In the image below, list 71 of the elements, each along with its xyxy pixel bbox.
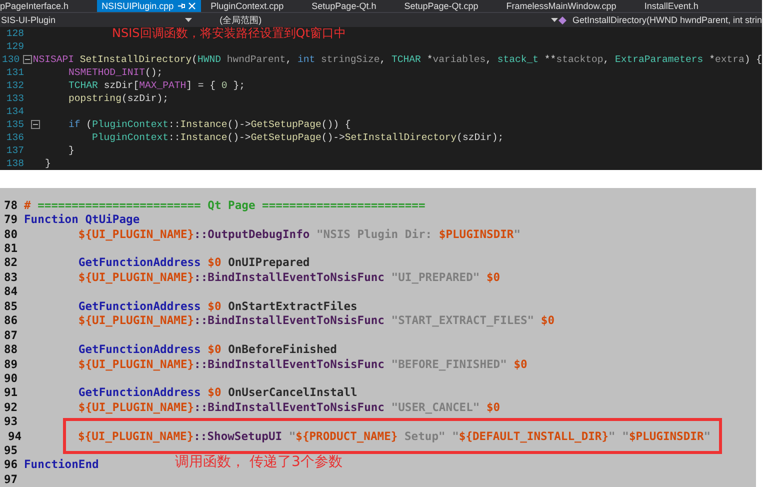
code-line: ${UI_PLUGIN_NAME}::BindInstallEventToNsisFunc "UI_PREPARED" $0 bbox=[78, 270, 500, 284]
file-tab[interactable]: PluginContext.cpp bbox=[210, 0, 284, 12]
file-tab[interactable]: SetupPage-Qt.cpp bbox=[404, 0, 478, 12]
code-line: GetFunctionAddress $0 OnUIPrepared bbox=[78, 256, 310, 270]
annotation-text: 调用函数， 传递了3个参数 bbox=[175, 453, 342, 472]
code-line: if (PluginContext::Instance()->GetSetupPage()) { bbox=[68, 119, 351, 130]
dropdown-arrow-icon bbox=[184, 18, 192, 22]
line-number: 79 bbox=[3, 213, 19, 226]
file-tab[interactable]: NSISUIPlugin.cpp bbox=[96, 0, 201, 12]
collapse-icon[interactable] bbox=[31, 120, 40, 129]
line-number: 82 bbox=[3, 256, 19, 270]
line-number: 88 bbox=[3, 343, 19, 356]
code-line: popstring(szDir); bbox=[68, 93, 168, 104]
line-number: 85 bbox=[3, 300, 19, 313]
code-line: ${UI_PLUGIN_NAME}::BindInstallEventToNsisFunc "USER_CANCEL" $0 bbox=[78, 400, 500, 414]
annotation-text: NSIS回调函数，将安装路径设置到Qt窗口中 bbox=[112, 25, 346, 42]
file-tab[interactable]: FramelessMainWindow.cpp bbox=[506, 0, 616, 12]
code-line: GetFunctionAddress $0 OnStartExtractFiles bbox=[78, 300, 358, 313]
code-line: ${UI_PLUGIN_NAME}::BindInstallEventToNsisFunc "BEFORE_FINISHED" $0 bbox=[78, 358, 528, 371]
member-dropdown[interactable]: GetInstallDirectory(HWND hwndParent, int strin bbox=[558, 14, 762, 26]
code-line: NSMETHOD_INIT(); bbox=[68, 67, 163, 78]
line-number: 87 bbox=[3, 328, 19, 342]
line-number: 131 bbox=[5, 67, 24, 78]
code-line: TCHAR szDir[MAX_PATH] = { 0 }; bbox=[68, 80, 245, 91]
dropdown-arrow-icon bbox=[551, 18, 558, 22]
pin-icon[interactable] bbox=[176, 2, 185, 10]
close-icon[interactable] bbox=[188, 2, 196, 10]
line-number: 91 bbox=[3, 386, 19, 400]
line-number: 89 bbox=[3, 358, 19, 371]
line-number: 96 bbox=[3, 458, 19, 472]
code-line: ${UI_PLUGIN_NAME}::BindInstallEventToNsisFunc "START_EXTRACT_FILES" $0 bbox=[78, 314, 555, 328]
code-line: GetFunctionAddress $0 OnUserCancelInstall bbox=[78, 386, 358, 400]
line-number: 86 bbox=[3, 314, 19, 328]
file-tab[interactable]: SetupPage-Qt.h bbox=[312, 0, 376, 12]
code-line: Function QtUiPage bbox=[24, 213, 140, 226]
line-number: 134 bbox=[5, 106, 24, 117]
line-number: 90 bbox=[3, 372, 19, 385]
line-number: 130 bbox=[1, 54, 20, 65]
code-line: ${UI_PLUGIN_NAME}::OutputDebugInfo "NSIS Plugin Dir: $PLUGINSDIR" bbox=[78, 228, 521, 241]
code-line: # ======================== Qt Page ======================== bbox=[24, 198, 426, 212]
code-line: } bbox=[45, 158, 51, 169]
line-number: 132 bbox=[5, 80, 24, 91]
project-dropdown[interactable]: SIS-UI-Plugin bbox=[1, 14, 202, 26]
line-number: 94 bbox=[7, 430, 23, 442]
line-number: 78 bbox=[3, 198, 19, 212]
line-number: 95 bbox=[3, 444, 19, 457]
line-number: 93 bbox=[3, 415, 19, 428]
line-number: 138 bbox=[5, 158, 24, 169]
line-number: 80 bbox=[3, 228, 19, 241]
line-number: 92 bbox=[3, 400, 19, 414]
line-number: 133 bbox=[5, 93, 24, 104]
line-number: 137 bbox=[5, 145, 24, 156]
line-number: 128 bbox=[5, 28, 24, 39]
code-line: PluginContext::Instance()->GetSetupPage()->SetInstallDirectory(szDir); bbox=[92, 132, 504, 143]
file-tab[interactable]: pPageInterface.h bbox=[0, 0, 69, 12]
code-line: FunctionEnd bbox=[24, 458, 99, 472]
line-number: 129 bbox=[5, 41, 24, 52]
line-number: 83 bbox=[3, 270, 19, 284]
code-line: NSISAPI SetInstallDirectory(HWND hwndParent, int stringSize, TCHAR *variables, stack_t **stacktop, ExtraParameters *extra) { bbox=[32, 54, 762, 65]
code-line: GetFunctionAddress $0 OnBeforeFinished bbox=[78, 343, 337, 356]
line-number: 135 bbox=[5, 119, 24, 130]
file-tab[interactable]: InstallEvent.h bbox=[644, 0, 698, 12]
line-number: 136 bbox=[5, 132, 24, 143]
scope-dropdown[interactable]: (全局范围) bbox=[202, 14, 558, 26]
line-number: 84 bbox=[3, 285, 19, 298]
code-line: ${UI_PLUGIN_NAME}::ShowSetupUI "${PRODUCT_NAME} Setup" "${DEFAULT_INSTALL_DIR}" "$PLUGINSDIR" bbox=[78, 430, 711, 442]
method-icon bbox=[558, 16, 568, 24]
code-line: } bbox=[68, 145, 74, 156]
line-number: 97 bbox=[3, 472, 19, 486]
collapse-icon[interactable] bbox=[22, 55, 32, 64]
line-number: 81 bbox=[3, 242, 19, 256]
